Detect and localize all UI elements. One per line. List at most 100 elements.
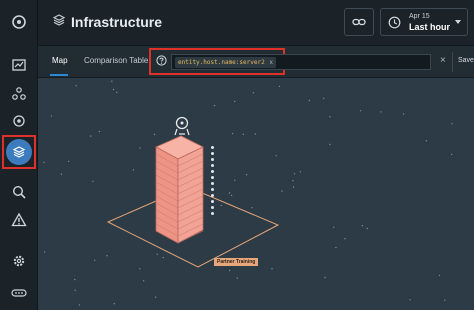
grid-dot <box>155 296 157 298</box>
grid-dot <box>281 190 283 192</box>
grid-dot <box>112 88 115 91</box>
grid-dot <box>254 133 257 135</box>
grid-dot <box>132 169 135 171</box>
label-dot <box>210 170 214 173</box>
grid-dot <box>380 111 382 113</box>
sidebar-item-infrastructure[interactable] <box>6 139 32 165</box>
grid-dot <box>329 143 331 146</box>
zone-label[interactable]: Partner Training <box>214 258 259 266</box>
clear-filter-icon[interactable]: × <box>440 55 446 67</box>
grid-dot <box>359 110 362 112</box>
services-icon[interactable] <box>7 109 31 133</box>
grid-dot <box>113 303 116 305</box>
grid-dot <box>451 153 453 156</box>
save-button[interactable]: Save <box>458 57 474 64</box>
grid-dot <box>323 97 325 99</box>
label-dot <box>210 158 214 161</box>
grid-dot <box>271 268 273 270</box>
layers-icon <box>12 146 26 158</box>
time-picker-date: Apr 15 <box>409 13 430 20</box>
logo-icon[interactable] <box>7 10 31 34</box>
filter-chip-text: entity.host.name:server2 <box>178 59 265 66</box>
header: Infrastructure Apr 15 Last hour <box>38 0 474 46</box>
grid-dot <box>329 116 331 118</box>
grid-dot <box>231 132 234 135</box>
grid-dot <box>299 171 301 173</box>
grid-dot <box>361 225 364 227</box>
grid-dot <box>92 180 94 183</box>
grid-dot <box>409 299 411 301</box>
grid-dot <box>90 135 92 137</box>
grid-dot <box>451 123 453 125</box>
grid-dot <box>292 180 294 182</box>
tower-side-labels <box>209 146 215 215</box>
tab-bar: Map Comparison Table entity.host.name:se… <box>38 46 474 78</box>
dashboard-icon[interactable] <box>7 53 31 77</box>
grid-dot <box>116 91 118 93</box>
grid-dot <box>60 173 63 175</box>
grid-dot <box>234 179 236 181</box>
filter-input[interactable]: entity.host.name:server2 x <box>171 54 431 70</box>
label-dot <box>210 152 214 155</box>
chip-remove-icon[interactable]: x <box>270 60 273 66</box>
grid-dot <box>98 130 101 133</box>
grid-dot <box>162 256 164 259</box>
grid-dot <box>78 304 81 306</box>
grid-dot <box>438 274 441 277</box>
host-tower[interactable] <box>155 135 204 244</box>
grid-dot <box>74 289 76 291</box>
label-dot <box>210 188 214 191</box>
grid-dot <box>50 115 53 117</box>
grid-dot <box>111 80 113 82</box>
grid-dot <box>308 99 310 102</box>
grid-dot <box>242 133 245 135</box>
label-dot <box>210 182 214 185</box>
grid-dot <box>142 280 145 282</box>
grid-dot <box>43 161 45 163</box>
grid-dot <box>153 133 156 136</box>
tab-comparison-table[interactable]: Comparison Table <box>84 56 148 65</box>
map-scene <box>43 80 453 306</box>
grid-dot <box>213 104 216 107</box>
grid-dot <box>252 92 255 94</box>
grid-dot <box>402 113 405 115</box>
help-icon[interactable] <box>156 55 167 66</box>
time-picker-button[interactable]: Apr 15 Last hour <box>380 8 468 36</box>
tab-map[interactable]: Map <box>52 56 68 65</box>
grid-dot <box>67 160 70 163</box>
grid-dots <box>43 80 453 306</box>
divider <box>452 52 453 72</box>
label-dot <box>210 194 214 197</box>
grid-dot <box>245 174 248 176</box>
grid-dot <box>278 85 281 88</box>
grid-dot <box>333 226 335 228</box>
label-dot <box>210 176 214 179</box>
more-icon[interactable] <box>7 281 31 305</box>
label-dot <box>210 206 214 209</box>
grid-dot <box>344 238 346 240</box>
page-title: Infrastructure <box>71 14 163 30</box>
infrastructure-map[interactable]: Partner Training <box>38 78 474 310</box>
clock-icon <box>388 16 401 29</box>
filter-chip[interactable]: entity.host.name:server2 x <box>175 57 276 68</box>
label-dot <box>210 146 214 149</box>
grid-dot <box>275 155 277 157</box>
search-icon[interactable] <box>7 180 31 204</box>
cloud-agent-icon[interactable] <box>174 116 190 136</box>
grid-dot <box>366 227 368 230</box>
label-dot <box>210 164 214 167</box>
active-tab-indicator <box>50 74 68 76</box>
applications-icon[interactable] <box>7 82 31 106</box>
grid-dot <box>335 246 337 249</box>
grid-dot <box>230 194 233 197</box>
grid-dot <box>293 173 296 175</box>
grid-dot <box>139 147 141 149</box>
grid-dot <box>94 259 96 261</box>
grid-dot <box>74 278 76 281</box>
grid-dot <box>228 192 231 194</box>
app-window: Infrastructure Apr 15 Last hour Map Comp… <box>0 0 474 310</box>
share-link-button[interactable] <box>344 8 374 36</box>
grid-dot <box>139 268 141 270</box>
alert-icon[interactable] <box>7 208 31 232</box>
settings-icon[interactable] <box>7 249 31 273</box>
